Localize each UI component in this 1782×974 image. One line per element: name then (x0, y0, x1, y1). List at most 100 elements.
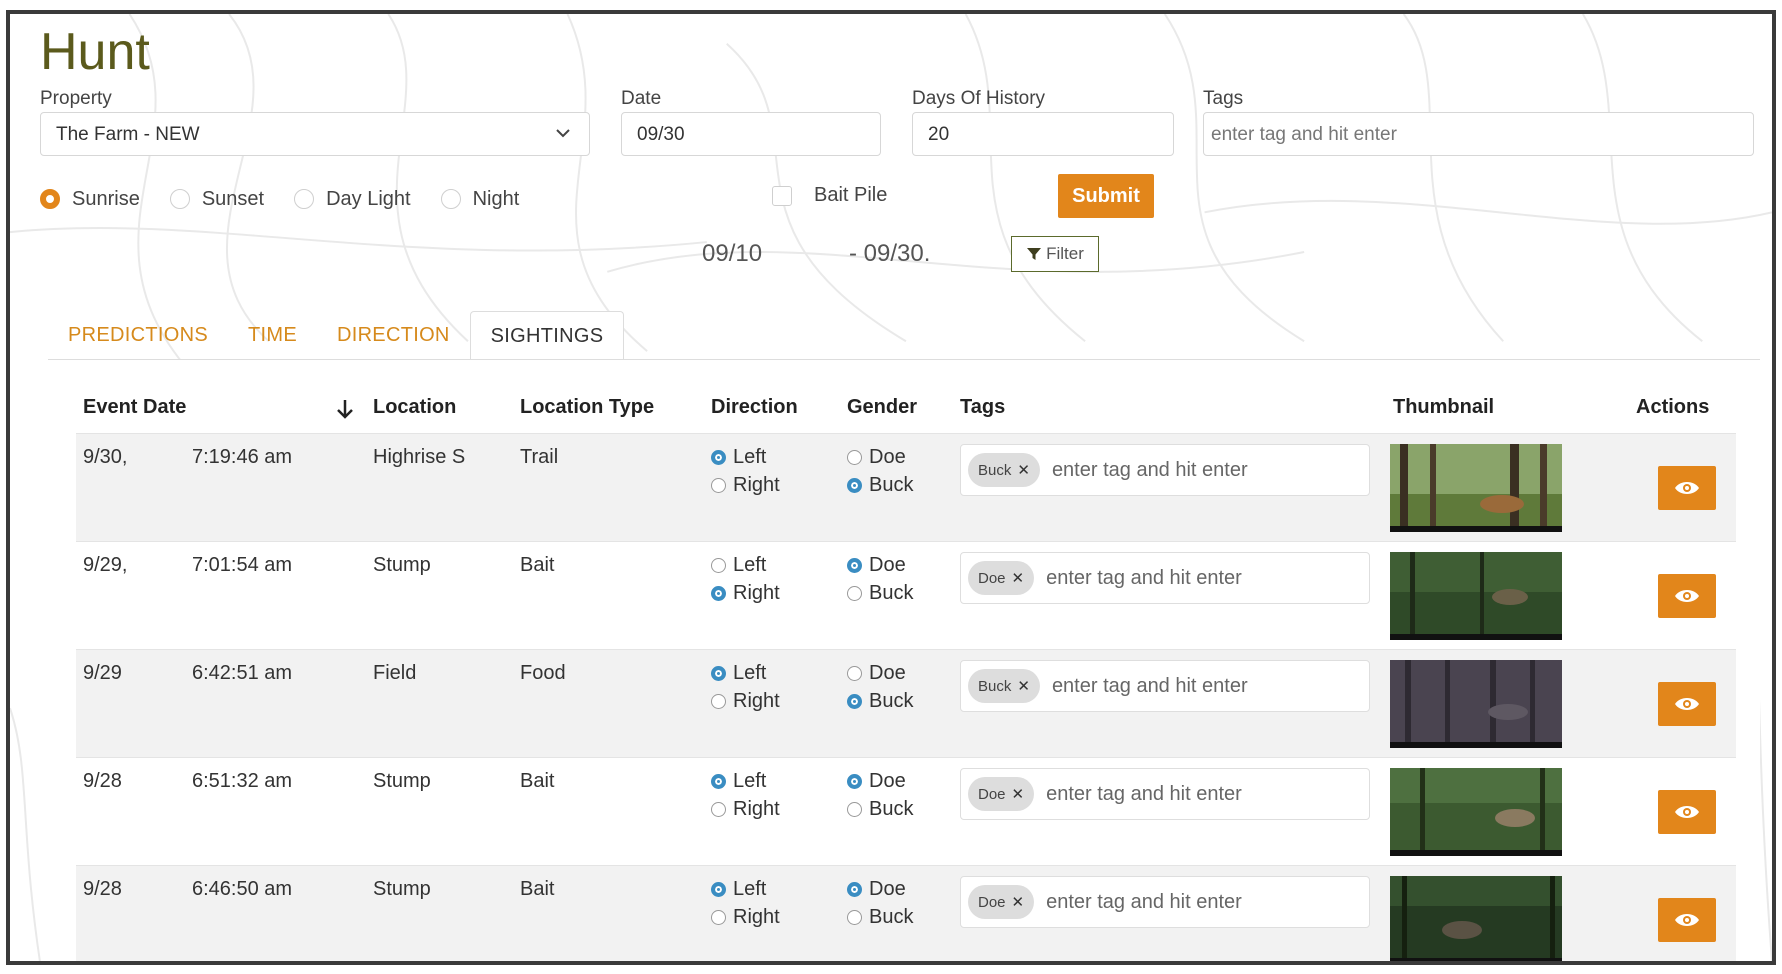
header-location: Location (373, 396, 457, 418)
view-button[interactable] (1658, 898, 1716, 942)
direction-left-radio[interactable]: Left (711, 554, 766, 577)
location: Stump (373, 770, 431, 792)
radio-indicator (294, 189, 315, 209)
tab-sightings[interactable]: SIGHTINGS (469, 311, 625, 359)
gender-buck-radio[interactable]: Buck (847, 906, 913, 929)
location-type: Bait (520, 554, 555, 576)
event-time: 7:01:54 am (192, 554, 293, 576)
header-direction: Direction (711, 396, 798, 418)
direction-left-radio[interactable]: Left (711, 770, 766, 793)
tags-input[interactable]: enter tag and hit enter (1203, 112, 1754, 156)
bait-pile-label: Bait Pile (814, 184, 888, 206)
direction-right-radio[interactable]: Right (711, 798, 780, 821)
bait-pile-checkbox[interactable]: Bait Pile (772, 184, 887, 207)
tab-bar: PREDICTIONS TIME DIRECTION SIGHTINGS (48, 311, 625, 359)
tag-input[interactable]: Doe ✕ enter tag and hit enter (960, 876, 1370, 928)
radio-indicator (711, 694, 726, 709)
event-time: 6:42:51 am (192, 662, 293, 684)
chevron-down-icon (556, 129, 570, 138)
thumbnail-image[interactable] (1390, 444, 1562, 532)
tag-chip: Buck ✕ (968, 669, 1040, 703)
gender-doe-radio[interactable]: Doe (847, 662, 906, 685)
days-of-history-label: Days Of History (912, 88, 1046, 109)
submit-button[interactable]: Submit (1058, 174, 1154, 218)
radio-indicator (711, 450, 726, 465)
gender-doe-radio[interactable]: Doe (847, 770, 906, 793)
radio-indicator (847, 586, 862, 601)
eye-icon (1675, 482, 1699, 494)
property-value: The Farm - NEW (56, 124, 200, 145)
thumbnail-image[interactable] (1390, 552, 1562, 640)
direction-left-radio[interactable]: Left (711, 662, 766, 685)
tab-direction[interactable]: DIRECTION (317, 311, 470, 359)
radio-indicator (847, 558, 862, 573)
tab-predictions[interactable]: PREDICTIONS (48, 311, 228, 359)
tag-input[interactable]: Doe ✕ enter tag and hit enter (960, 768, 1370, 820)
direction-right-radio[interactable]: Right (711, 906, 780, 929)
page-title: Hunt (40, 23, 150, 81)
radio-indicator (847, 774, 862, 789)
event-time: 6:51:32 am (192, 770, 293, 792)
radio-night[interactable]: Night (440, 188, 519, 211)
radio-indicator (847, 450, 862, 465)
view-button[interactable] (1658, 574, 1716, 618)
checkbox-indicator (772, 185, 792, 206)
gender-buck-radio[interactable]: Buck (847, 474, 913, 497)
tab-time[interactable]: TIME (228, 311, 317, 359)
direction-right-radio[interactable]: Right (711, 474, 780, 497)
eye-icon (1675, 698, 1699, 710)
thumbnail-image[interactable] (1390, 876, 1562, 964)
header-actions: Actions (1636, 396, 1710, 418)
thumbnail-image[interactable] (1390, 660, 1562, 748)
time-of-day-radios: Sunrise Sunset Day Light Night (40, 184, 549, 214)
days-of-history-input[interactable]: 20 (912, 112, 1174, 156)
direction-left-radio[interactable]: Left (711, 446, 766, 469)
radio-indicator (847, 478, 862, 493)
gender-buck-radio[interactable]: Buck (847, 690, 913, 713)
gender-doe-radio[interactable]: Doe (847, 878, 906, 901)
header-thumbnail: Thumbnail (1393, 396, 1495, 418)
tag-input[interactable]: Doe ✕ enter tag and hit enter (960, 552, 1370, 604)
filter-button[interactable]: Filter (1011, 236, 1099, 272)
direction-right-radio[interactable]: Right (711, 582, 780, 605)
tag-input[interactable]: Buck ✕ enter tag and hit enter (960, 660, 1370, 712)
radio-sunrise[interactable]: Sunrise (40, 188, 140, 211)
property-select[interactable]: The Farm - NEW (40, 112, 590, 156)
view-button[interactable] (1658, 466, 1716, 510)
direction-right-radio[interactable]: Right (711, 690, 780, 713)
radio-indicator (711, 558, 726, 573)
remove-tag-icon[interactable]: ✕ (1012, 893, 1025, 911)
tag-placeholder: enter tag and hit enter (1046, 890, 1242, 913)
tag-placeholder: enter tag and hit enter (1051, 674, 1248, 697)
remove-tag-icon[interactable]: ✕ (1017, 461, 1030, 479)
sort-arrow-down-icon[interactable] (336, 398, 354, 420)
radio-indicator (711, 666, 726, 681)
radio-indicator (169, 189, 190, 209)
date-input[interactable]: 09/30 (621, 112, 881, 156)
radio-sunset[interactable]: Sunset (169, 188, 264, 211)
radio-indicator (711, 478, 726, 493)
event-date: 9/29 (83, 662, 122, 684)
remove-tag-icon[interactable]: ✕ (1012, 785, 1025, 803)
radio-day-light[interactable]: Day Light (294, 188, 411, 211)
view-button[interactable] (1658, 790, 1716, 834)
radio-indicator (711, 802, 726, 817)
remove-tag-icon[interactable]: ✕ (1017, 677, 1030, 695)
radio-indicator (847, 666, 862, 681)
table-row: 9/29 6:42:51 am Field Food Left Right Do… (76, 649, 1736, 757)
remove-tag-icon[interactable]: ✕ (1012, 569, 1025, 587)
thumbnail-image[interactable] (1390, 768, 1562, 856)
location: Stump (373, 554, 431, 576)
view-button[interactable] (1658, 682, 1716, 726)
sightings-panel: Event Date Location Location Type Direct… (48, 359, 1760, 964)
app-frame: Hunt Property The Farm - NEW Date 09/30 … (6, 10, 1776, 965)
gender-doe-radio[interactable]: Doe (847, 554, 906, 577)
header-event-date[interactable]: Event Date (83, 396, 186, 419)
direction-left-radio[interactable]: Left (711, 878, 766, 901)
location: Highrise S (373, 446, 466, 468)
gender-buck-radio[interactable]: Buck (847, 798, 913, 821)
gender-doe-radio[interactable]: Doe (847, 446, 906, 469)
gender-buck-radio[interactable]: Buck (847, 582, 913, 605)
event-date: 9/30, (83, 446, 128, 468)
tag-input[interactable]: Buck ✕ enter tag and hit enter (960, 444, 1370, 496)
